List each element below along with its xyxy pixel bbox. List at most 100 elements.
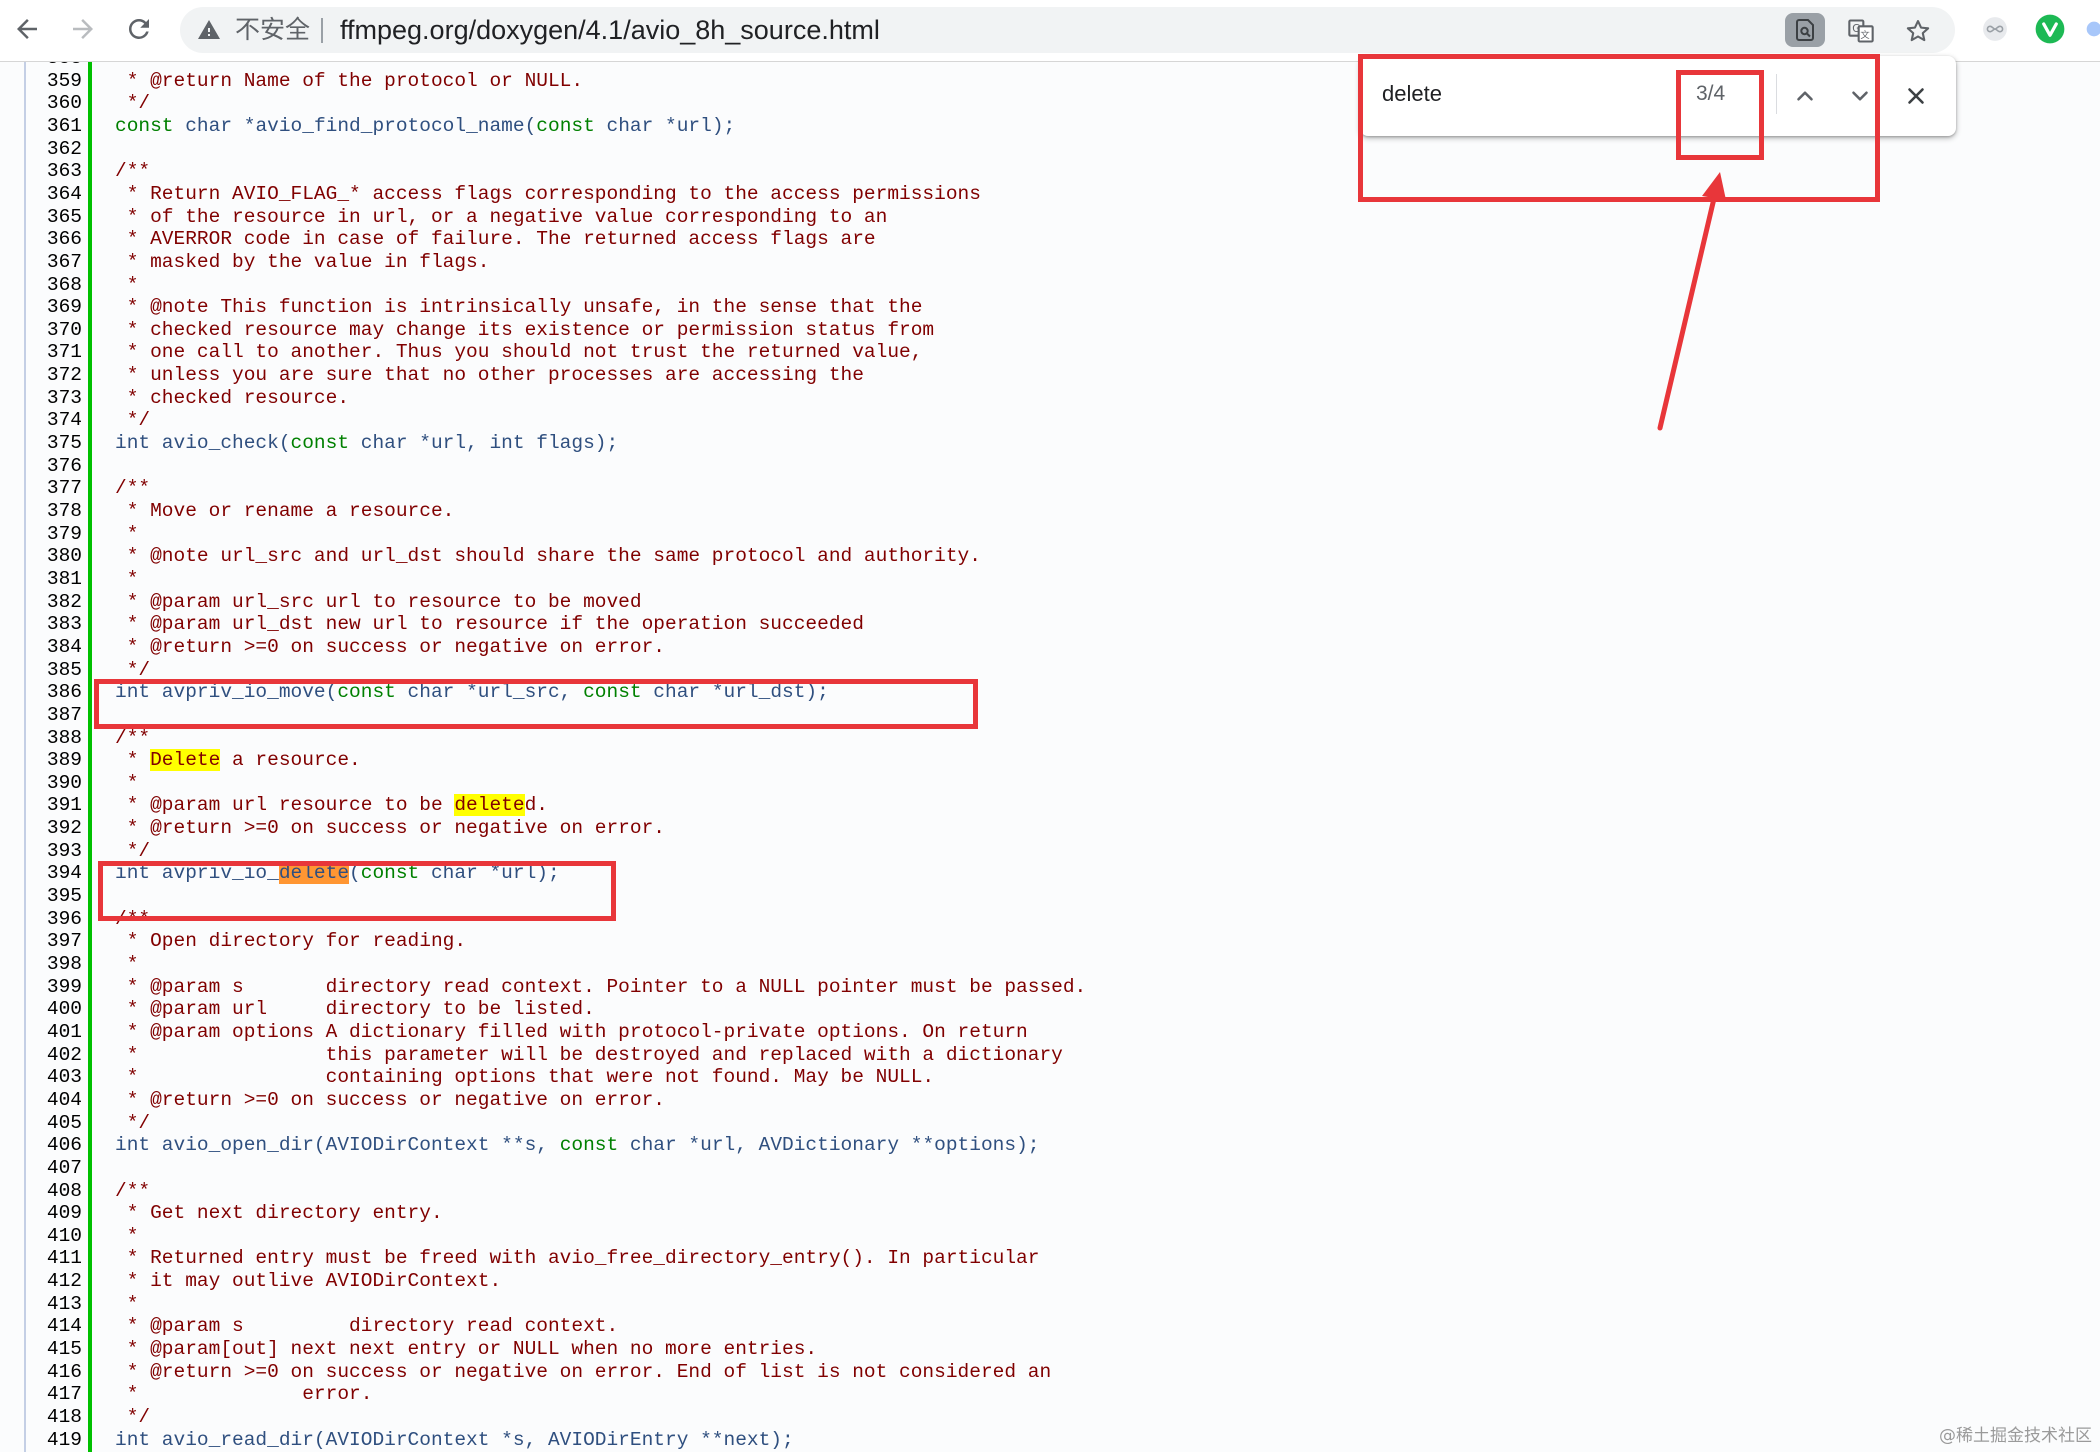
line-number[interactable]: 388	[28, 727, 82, 750]
line-number[interactable]: 370	[28, 319, 82, 342]
line-number[interactable]: 403	[28, 1066, 82, 1089]
line-text: * error.	[115, 1383, 373, 1406]
line-number[interactable]: 365	[28, 206, 82, 229]
infinity-extension-icon[interactable]	[1978, 12, 2012, 46]
line-number[interactable]: 359	[28, 70, 82, 93]
line-number[interactable]: 414	[28, 1315, 82, 1338]
line-number[interactable]: 409	[28, 1202, 82, 1225]
back-button[interactable]	[8, 10, 46, 48]
line-number[interactable]: 413	[28, 1293, 82, 1316]
code-line: 373 * checked resource.	[0, 387, 2100, 410]
line-number[interactable]: 412	[28, 1270, 82, 1293]
line-number[interactable]: 402	[28, 1044, 82, 1067]
line-number[interactable]: 394	[28, 862, 82, 885]
line-number[interactable]: 368	[28, 274, 82, 297]
line-text: * AVERROR code in case of failure. The r…	[115, 228, 876, 251]
code-token: *	[115, 62, 139, 69]
line-number[interactable]: 417	[28, 1383, 82, 1406]
line-number[interactable]: 381	[28, 568, 82, 591]
line-number[interactable]: 407	[28, 1157, 82, 1180]
star-icon[interactable]	[1900, 13, 1936, 49]
reload-button[interactable]	[120, 10, 158, 48]
line-number[interactable]: 360	[28, 92, 82, 115]
find-close-button[interactable]	[1896, 76, 1936, 116]
v-extension-icon[interactable]	[2033, 12, 2067, 46]
code-line: 382 * @param url_src url to resource to …	[0, 591, 2100, 614]
profile-icon[interactable]	[2084, 12, 2100, 46]
code-line: 409 * Get next directory entry.	[0, 1202, 2100, 1225]
line-number[interactable]: 416	[28, 1361, 82, 1384]
search-match: Delete	[150, 749, 221, 772]
line-number[interactable]: 401	[28, 1021, 82, 1044]
line-number[interactable]: 410	[28, 1225, 82, 1248]
line-number[interactable]: 396	[28, 908, 82, 931]
address-bar[interactable]: 不安全 ffmpeg.org/doxygen/4.1/avio_8h_sourc…	[180, 7, 1955, 53]
line-text: *	[115, 1225, 139, 1248]
line-number[interactable]: 376	[28, 455, 82, 478]
line-number[interactable]: 363	[28, 160, 82, 183]
line-number[interactable]: 395	[28, 885, 82, 908]
url-text[interactable]: ffmpeg.org/doxygen/4.1/avio_8h_source.ht…	[340, 15, 880, 45]
line-number[interactable]: 387	[28, 704, 82, 727]
line-number[interactable]: 405	[28, 1112, 82, 1135]
line-number[interactable]: 386	[28, 681, 82, 704]
code-line: 375 int avio_check(const char *url, int f…	[0, 432, 2100, 455]
code-token: * @param options A dictionary filled wit…	[115, 1020, 1028, 1043]
line-text: * Returned entry must be freed with avio…	[115, 1247, 1040, 1270]
line-number[interactable]: 397	[28, 930, 82, 953]
line-number[interactable]: 382	[28, 591, 82, 614]
line-number[interactable]: 406	[28, 1134, 82, 1157]
line-number[interactable]: 418	[28, 1406, 82, 1429]
line-number[interactable]: 380	[28, 545, 82, 568]
line-number[interactable]: 399	[28, 976, 82, 999]
code-line: 403 * containing options that were not f…	[0, 1066, 2100, 1089]
line-number[interactable]: 404	[28, 1089, 82, 1112]
line-number[interactable]: 392	[28, 817, 82, 840]
find-in-page-icon[interactable]	[1785, 13, 1825, 47]
line-number[interactable]: 366	[28, 228, 82, 251]
code-token: *	[115, 522, 139, 545]
line-number[interactable]: 378	[28, 500, 82, 523]
code-token: */	[115, 839, 151, 862]
line-number[interactable]: 383	[28, 613, 82, 636]
line-number[interactable]: 361	[28, 115, 82, 138]
warning-icon[interactable]	[197, 18, 221, 42]
line-number[interactable]: 398	[28, 953, 82, 976]
translate-icon[interactable]: G文	[1843, 13, 1879, 49]
line-number[interactable]: 385	[28, 659, 82, 682]
line-number[interactable]: 369	[28, 296, 82, 319]
line-number[interactable]: 372	[28, 364, 82, 387]
line-number[interactable]: 358	[28, 62, 82, 70]
line-number[interactable]: 367	[28, 251, 82, 274]
line-number[interactable]: 393	[28, 840, 82, 863]
code-token: * @param url directory to be listed.	[115, 998, 595, 1021]
line-text: * @note This function is intrinsically u…	[115, 296, 923, 319]
line-number[interactable]: 379	[28, 523, 82, 546]
line-number[interactable]: 400	[28, 998, 82, 1021]
line-number[interactable]: 375	[28, 432, 82, 455]
line-number[interactable]: 371	[28, 341, 82, 364]
line-number[interactable]: 390	[28, 772, 82, 795]
code-token: char *	[173, 114, 256, 137]
line-number[interactable]: 364	[28, 183, 82, 206]
line-number[interactable]: 373	[28, 387, 82, 410]
line-text: *	[115, 953, 139, 976]
line-number[interactable]: 408	[28, 1180, 82, 1203]
forward-button[interactable]	[64, 10, 102, 48]
close-icon	[1908, 88, 1924, 104]
line-number[interactable]: 419	[28, 1429, 82, 1452]
insecure-label[interactable]: 不安全	[235, 16, 310, 44]
line-number[interactable]: 374	[28, 409, 82, 432]
code-token: * one call to another. Thus you should n…	[115, 341, 923, 364]
line-number[interactable]: 411	[28, 1247, 82, 1270]
code-line: 374 */	[0, 409, 2100, 432]
code-token: * @param url_dst new url to resource if …	[115, 613, 864, 636]
line-number[interactable]: 415	[28, 1338, 82, 1361]
code-line: 400 * @param url directory to be listed.	[0, 998, 2100, 1021]
line-number[interactable]: 362	[28, 138, 82, 161]
line-number[interactable]: 377	[28, 477, 82, 500]
line-number[interactable]: 389	[28, 749, 82, 772]
code-line: 389 * Delete a resource.	[0, 749, 2100, 772]
line-number[interactable]: 384	[28, 636, 82, 659]
line-number[interactable]: 391	[28, 794, 82, 817]
